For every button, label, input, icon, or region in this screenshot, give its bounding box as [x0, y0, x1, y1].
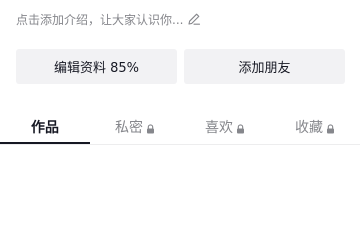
tab-collections-label: 收藏 [295, 120, 323, 136]
add-friends-button[interactable]: 添加朋友 [184, 49, 345, 84]
tab-private-label: 私密 [115, 120, 143, 136]
intro-placeholder[interactable]: 点击添加介绍，让大家认识你... [16, 10, 201, 28]
profile-tabs: 作品 私密 喜欢 收藏 [0, 110, 360, 144]
lock-icon [236, 122, 245, 134]
profile-page: 点击添加介绍，让大家认识你... 编辑资料 85% 添加朋友 作品 私密 喜欢 … [0, 0, 360, 209]
add-friends-label: 添加朋友 [238, 61, 291, 76]
tabs-divider [0, 144, 360, 145]
pencil-icon [187, 12, 201, 26]
tab-private[interactable]: 私密 [90, 110, 180, 144]
edit-profile-button[interactable]: 编辑资料 85% [16, 49, 177, 84]
tab-collections[interactable]: 收藏 [270, 110, 360, 144]
tab-works[interactable]: 作品 [0, 110, 90, 144]
lock-icon [146, 122, 155, 134]
lock-icon [326, 122, 335, 134]
intro-text: 点击添加介绍，让大家认识你... [16, 12, 184, 27]
edit-profile-label: 编辑资料 85% [53, 61, 140, 76]
tab-likes[interactable]: 喜欢 [180, 110, 270, 144]
tab-likes-label: 喜欢 [205, 120, 233, 136]
tab-works-label: 作品 [31, 120, 59, 136]
